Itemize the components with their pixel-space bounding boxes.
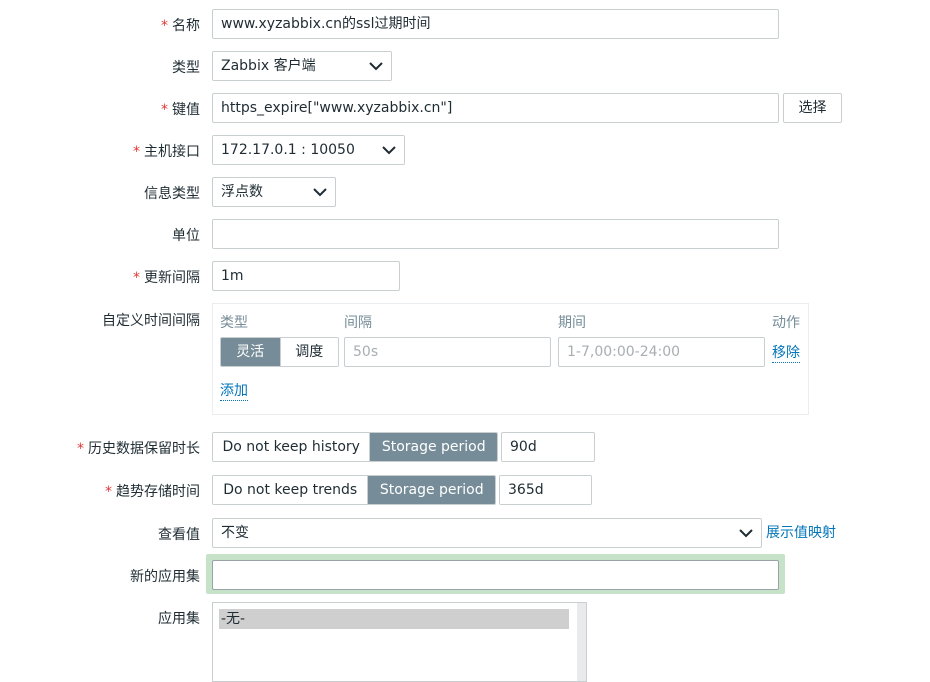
host-interface-select[interactable]: 172.17.0.1 : 10050 bbox=[212, 135, 405, 165]
trends-period-input[interactable]: 365d bbox=[499, 475, 592, 505]
history-do-not-keep-option[interactable]: Do not keep history bbox=[213, 433, 370, 461]
interval-delay-input[interactable]: 50s bbox=[344, 337, 551, 367]
host-interface-value: 172.17.0.1 : 10050 bbox=[221, 142, 355, 158]
col-header-type: 类型 bbox=[220, 315, 248, 331]
new-application-input[interactable] bbox=[212, 560, 779, 590]
type-select[interactable]: Zabbix 客户端 bbox=[212, 51, 392, 81]
remove-interval-link[interactable]: 移除 bbox=[772, 344, 800, 363]
trends-mode-toggle[interactable]: Do not keep trends Storage period bbox=[212, 475, 496, 505]
history-storage-period-option[interactable]: Storage period bbox=[369, 433, 497, 461]
show-value-select[interactable]: 不变 bbox=[212, 518, 762, 548]
chevron-down-icon bbox=[369, 62, 383, 71]
history-label: * 历史数据保留时长 bbox=[77, 441, 200, 457]
new-application-label: 新的应用集 bbox=[130, 569, 200, 585]
chevron-down-icon bbox=[382, 146, 396, 155]
mode-scheduling-option[interactable]: 调度 bbox=[279, 338, 338, 366]
applications-option[interactable]: -无- bbox=[219, 609, 569, 629]
show-value-mappings-link[interactable]: 展示值映射 bbox=[766, 524, 836, 542]
host-interface-label: * 主机接口 bbox=[133, 144, 200, 160]
type-select-value: Zabbix 客户端 bbox=[221, 58, 316, 74]
applications-listbox[interactable]: -无- bbox=[212, 602, 587, 682]
info-type-select[interactable]: 浮点数 bbox=[212, 177, 336, 207]
interval-mode-toggle[interactable]: 灵活 调度 bbox=[220, 337, 339, 367]
name-input[interactable]: www.xyzabbix.cn的ssl过期时间 bbox=[212, 9, 779, 39]
mode-flexible-option[interactable]: 灵活 bbox=[221, 338, 280, 366]
units-label: 单位 bbox=[172, 228, 200, 244]
type-label: 类型 bbox=[172, 60, 200, 76]
col-header-interval: 间隔 bbox=[344, 315, 372, 331]
custom-intervals-box: 类型 间隔 期间 动作 灵活 调度 50s 1-7,00:00-24:00 移除… bbox=[212, 303, 809, 415]
info-type-label: 信息类型 bbox=[144, 186, 200, 202]
show-value-label: 查看值 bbox=[158, 527, 200, 543]
key-label: * 键值 bbox=[161, 102, 200, 118]
chevron-down-icon bbox=[313, 188, 327, 197]
name-label: * 名称 bbox=[161, 18, 200, 34]
update-interval-input[interactable]: 1m bbox=[212, 261, 400, 291]
col-header-period: 期间 bbox=[558, 315, 586, 331]
show-value-value: 不变 bbox=[221, 525, 249, 541]
trends-do-not-keep-option[interactable]: Do not keep trends bbox=[213, 476, 368, 504]
info-type-value: 浮点数 bbox=[221, 184, 263, 200]
history-mode-toggle[interactable]: Do not keep history Storage period bbox=[212, 432, 498, 462]
units-input[interactable] bbox=[212, 219, 779, 249]
chevron-down-icon bbox=[739, 529, 753, 538]
update-interval-label: * 更新间隔 bbox=[133, 270, 200, 286]
interval-period-input[interactable]: 1-7,00:00-24:00 bbox=[558, 337, 765, 367]
applications-label: 应用集 bbox=[158, 611, 200, 627]
trends-storage-period-option[interactable]: Storage period bbox=[367, 476, 495, 504]
key-select-button[interactable]: 选择 bbox=[783, 93, 842, 123]
custom-intervals-label: 自定义时间间隔 bbox=[102, 313, 200, 329]
history-period-input[interactable]: 90d bbox=[501, 432, 595, 462]
col-header-action: 动作 bbox=[772, 315, 800, 331]
applications-scrollbar[interactable] bbox=[577, 603, 586, 681]
trends-label: * 趋势存储时间 bbox=[105, 484, 200, 500]
add-interval-link[interactable]: 添加 bbox=[220, 382, 248, 401]
key-input[interactable]: https_expire["www.xyzabbix.cn"] bbox=[212, 93, 779, 123]
